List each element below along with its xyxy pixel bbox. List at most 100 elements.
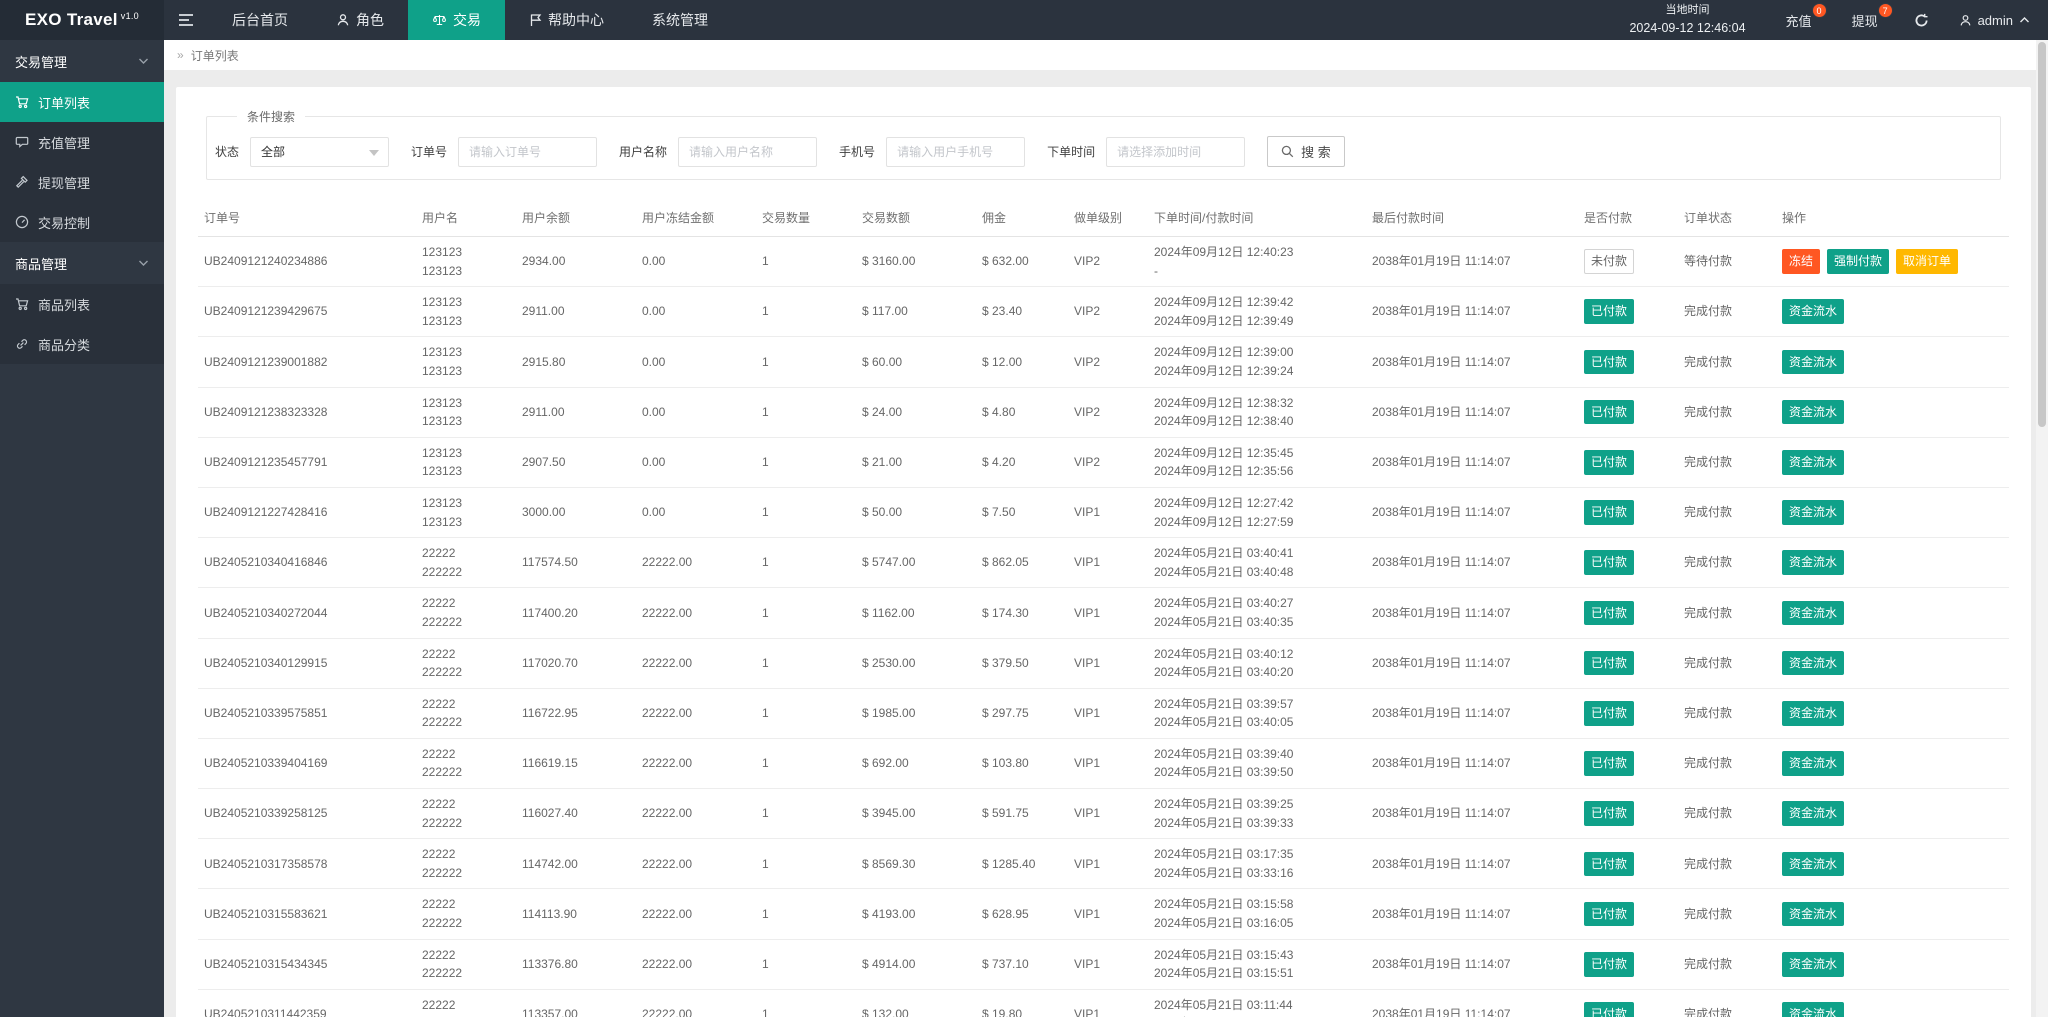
cell-balance: 113376.80 [516, 939, 636, 990]
force-pay-button[interactable]: 强制付款 [1827, 249, 1890, 274]
fund-flow-button[interactable]: 资金流水 [1782, 399, 1845, 425]
sidebar-item-label: 订单列表 [38, 95, 91, 111]
status-select[interactable]: 全部 [250, 136, 390, 167]
sidebar-item-label: 提现管理 [38, 175, 91, 191]
cell-last-pay-time: 2038年01月19日 11:14:07 [1366, 236, 1578, 288]
cell-order-time: 2024年05月21日 03:15:58 2024年05月21日 03:16:05 [1148, 888, 1366, 940]
sidebar-item[interactable]: 提现管理 [0, 162, 164, 202]
sidebar-group-title[interactable]: 交易管理 [0, 40, 164, 82]
scrollbar-thumb[interactable] [2038, 42, 2046, 427]
page-scrollbar[interactable] [2036, 40, 2048, 1017]
sidebar-item[interactable]: 商品分类 [0, 324, 164, 364]
chevron-down-icon [138, 259, 149, 267]
cell-order-no: UB2405210339575851 [198, 688, 416, 739]
col-pay-status: 是否付款 [1578, 200, 1678, 237]
pay-status-badge: 已付款 [1584, 600, 1635, 626]
cell-commission: $ 12.00 [976, 336, 1068, 388]
refresh-icon [1914, 13, 1929, 28]
fund-flow-button[interactable]: 资金流水 [1782, 951, 1845, 977]
cell-commission: $ 628.95 [976, 888, 1068, 940]
user-menu[interactable]: admin [1945, 0, 2048, 40]
menu-toggle-button[interactable] [164, 0, 208, 40]
sidebar-group-label: 商品管理 [15, 256, 68, 272]
fund-flow-button[interactable]: 资金流水 [1782, 600, 1845, 626]
cell-amount: $ 2530.00 [856, 638, 976, 689]
order-time-label: 下单时间 [1047, 145, 1096, 159]
col-frozen: 用户冻结金额 [636, 200, 756, 237]
cell-last-pay-time: 2038年01月19日 11:14:07 [1366, 487, 1578, 539]
sidebar-group-title[interactable]: 商品管理 [0, 242, 164, 284]
nav-item-dashboard[interactable]: 后台首页 [208, 0, 312, 40]
fund-flow-button[interactable]: 资金流水 [1782, 650, 1845, 676]
cell-last-pay-time: 2038年01月19日 11:14:07 [1366, 738, 1578, 790]
local-time: 当地时间 2024-09-12 12:46:04 [1609, 0, 1765, 40]
nav-item-roles[interactable]: 角色 [312, 0, 408, 40]
sidebar-item[interactable]: 交易控制 [0, 202, 164, 242]
cell-pay-status: 未付款 [1578, 236, 1678, 288]
sidebar-item[interactable]: 充值管理 [0, 122, 164, 162]
cell-balance: 117020.70 [516, 638, 636, 689]
cell-user-name: 22222222222 [416, 838, 516, 890]
fund-flow-button[interactable]: 资金流水 [1782, 450, 1845, 475]
cell-order-status: 完成付款 [1678, 989, 1776, 1017]
nav-item-system[interactable]: 系统管理 [628, 0, 732, 40]
recharge-button[interactable]: 充值 0 [1766, 0, 1832, 40]
cancel-order-button[interactable]: 取消订单 [1896, 249, 1959, 274]
nav-item-trade[interactable]: 交易 [408, 0, 505, 40]
fund-flow-button[interactable]: 资金流水 [1782, 801, 1845, 826]
withdraw-button[interactable]: 提现 7 [1832, 0, 1898, 40]
fund-flow-button[interactable]: 资金流水 [1782, 1002, 1845, 1017]
table-header: 订单号 用户名 用户余额 用户冻结金额 交易数量 交易数额 佣金 做单级别 下单… [198, 200, 2009, 237]
sidebar-item[interactable]: 订单列表 [0, 82, 164, 122]
table-row: UB2405210311442359 22222222222 113357.00… [198, 989, 2009, 1017]
fund-flow-button[interactable]: 资金流水 [1782, 751, 1845, 776]
cell-level: VIP1 [1068, 738, 1148, 790]
cell-user-name: 123123 123123 [416, 336, 516, 388]
fund-flow-button[interactable]: 资金流水 [1782, 901, 1845, 927]
username-input[interactable] [678, 136, 818, 167]
cell-frozen: 0.00 [636, 286, 756, 338]
cell-order-no: UB2405210340272044 [198, 587, 416, 639]
cell-actions: 资金流水 [1776, 286, 2009, 338]
sidebar-item[interactable]: 商品列表 [0, 284, 164, 324]
pay-status-badge: 已付款 [1584, 299, 1635, 325]
pay-status-badge: 已付款 [1584, 450, 1635, 475]
cell-level: VIP1 [1068, 487, 1148, 539]
cell-actions: 资金流水 [1776, 638, 2009, 689]
cell-pay-status: 已付款 [1578, 437, 1678, 488]
cell-qty: 1 [756, 236, 856, 288]
search-button[interactable]: 搜 索 [1267, 136, 1345, 167]
cell-order-status: 完成付款 [1678, 788, 1776, 840]
cell-amount: $ 132.00 [856, 989, 976, 1017]
cell-balance: 116722.95 [516, 688, 636, 739]
fund-flow-button[interactable]: 资金流水 [1782, 500, 1845, 525]
nav-item-help-center[interactable]: 帮助中心 [505, 0, 628, 40]
cell-actions: 资金流水 [1776, 838, 2009, 890]
cell-order-no: UB2405210340129915 [198, 638, 416, 689]
cell-actions: 资金流水 [1776, 437, 2009, 488]
cell-level: VIP1 [1068, 638, 1148, 689]
cell-actions: 资金流水 [1776, 688, 2009, 739]
cell-order-no: UB2405210315434345 [198, 939, 416, 990]
breadcrumb-current: 订单列表 [190, 48, 239, 63]
cell-level: VIP2 [1068, 236, 1148, 288]
cell-frozen: 22222.00 [636, 788, 756, 840]
fund-flow-button[interactable]: 资金流水 [1782, 700, 1845, 726]
phone-input[interactable] [886, 136, 1026, 167]
refresh-button[interactable] [1898, 0, 1945, 40]
cell-frozen: 0.00 [636, 487, 756, 539]
table-row: UB2405210340272044 22222 222222 117400.20… [198, 587, 2009, 639]
fund-flow-button[interactable]: 资金流水 [1782, 550, 1845, 576]
order-no-input[interactable] [458, 136, 598, 167]
cell-order-status: 完成付款 [1678, 587, 1776, 639]
fund-flow-button[interactable]: 资金流水 [1782, 349, 1845, 375]
filter-order-no: 订单号 [411, 136, 598, 167]
fund-flow-button[interactable]: 资金流水 [1782, 299, 1845, 325]
phone-label: 手机号 [839, 145, 876, 159]
fund-flow-button[interactable]: 资金流水 [1782, 851, 1845, 877]
order-time-input[interactable] [1106, 136, 1246, 167]
orders-table: 订单号 用户名 用户余额 用户冻结金额 交易数量 交易数额 佣金 做单级别 下单… [198, 200, 2009, 1017]
cell-pay-status: 已付款 [1578, 788, 1678, 840]
cell-order-time: 2024年09月12日 12:27:42 2024年09月12日 12:27:59 [1148, 487, 1366, 539]
freeze-button[interactable]: 冻结 [1782, 249, 1821, 274]
